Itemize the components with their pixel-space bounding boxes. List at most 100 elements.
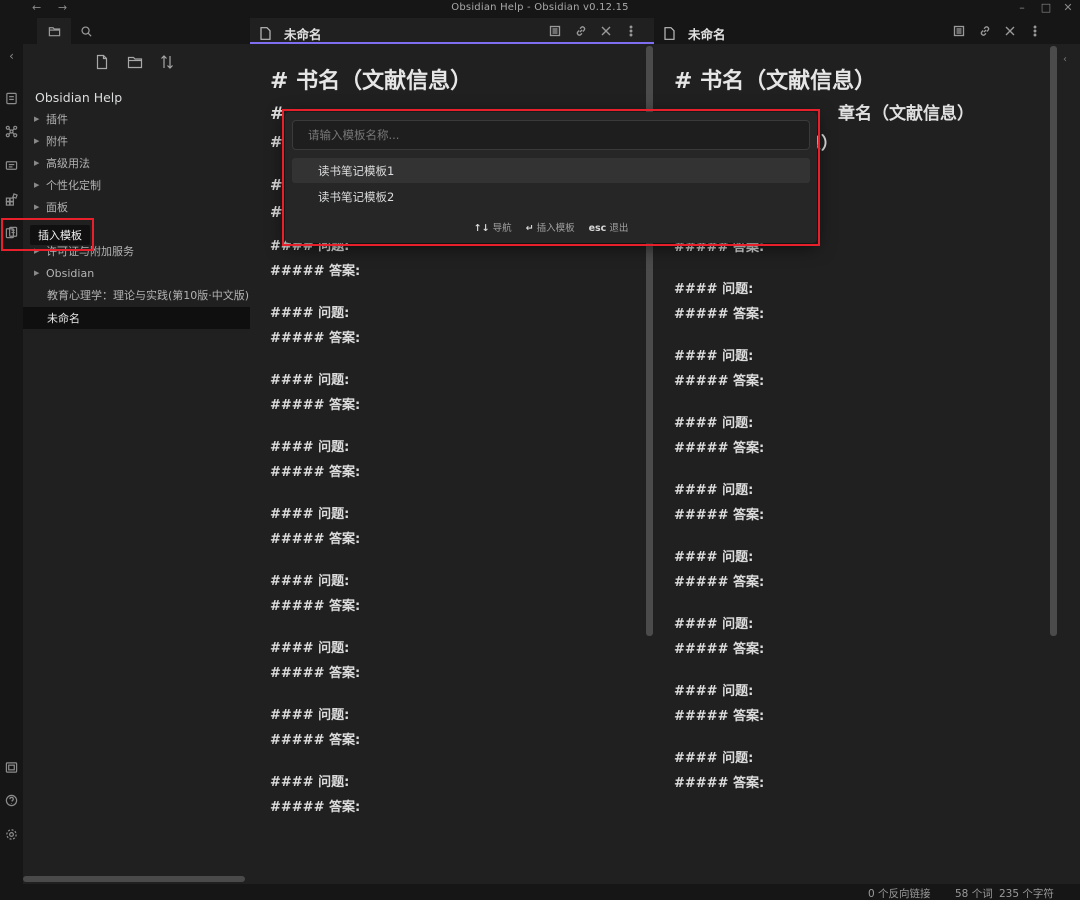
pane-header: 未命名 <box>250 18 654 44</box>
collapse-right-sidebar-icon[interactable]: ‹ <box>1063 54 1067 65</box>
template-search-input[interactable] <box>292 120 810 150</box>
question-line: #### 问题: <box>674 282 754 297</box>
close-pane-icon[interactable] <box>1001 22 1019 40</box>
answer-line: ##### 答案: <box>674 508 765 523</box>
maximize-button[interactable]: □ <box>1038 1 1054 14</box>
character-count: 235 个字符 <box>999 888 1054 900</box>
qa-block: #### 问题: ##### 答案: <box>270 636 636 686</box>
question-line: #### 问题: <box>674 483 754 498</box>
new-note-icon[interactable] <box>94 54 112 72</box>
search-tab[interactable] <box>69 18 103 44</box>
caret-right-icon: ▶ <box>34 159 40 167</box>
vault-icon[interactable] <box>0 757 23 777</box>
question-line: #### 问题: <box>270 373 350 388</box>
instruction-navigate: ↑↓ 导航 <box>473 223 512 234</box>
close-pane-icon[interactable] <box>597 22 615 40</box>
answer-line: ##### 答案: <box>674 776 765 791</box>
qa-block: #### 问题: ##### 答案: <box>674 277 1062 327</box>
graph-view-icon[interactable] <box>0 121 23 141</box>
status-bar: 0 个反向链接 58 个词 235 个字符 <box>0 884 1080 900</box>
caret-right-icon: ▶ <box>34 247 40 255</box>
instruction-insert: ↵ 插入模板 <box>525 223 575 234</box>
open-quick-switcher-icon[interactable] <box>0 88 23 108</box>
question-line: #### 问题: <box>270 708 350 723</box>
question-line: #### 问题: <box>674 416 754 431</box>
sort-icon[interactable] <box>159 54 177 72</box>
folder-icon <box>48 26 60 36</box>
collapse-sidebar-icon[interactable]: ‹ <box>0 46 23 66</box>
answer-line: ##### 答案: <box>270 599 361 614</box>
new-folder-icon[interactable] <box>127 54 145 72</box>
answer-line: ##### 答案: <box>674 709 765 724</box>
question-line: #### 问题: <box>270 507 350 522</box>
sidebar-scrollbar[interactable] <box>23 876 245 882</box>
question-line: #### 问题: <box>270 641 350 656</box>
qa-block: #### 问题: ##### 答案: <box>270 703 636 753</box>
caret-right-icon: ▶ <box>34 115 40 123</box>
link-icon[interactable] <box>976 22 994 40</box>
file-explorer: Obsidian Help ▶ 插件 ▶ 附件 ▶ 高级用法 ▶ 个性化定制 ▶ 面板 ▶… <box>23 18 250 884</box>
qa-block: #### 问题: ##### 答案: <box>270 770 636 820</box>
folder-item[interactable]: ▶ 高级用法 <box>23 152 250 174</box>
insert-template-tooltip: 插入模板 <box>30 225 90 245</box>
preview-icon[interactable] <box>950 22 968 40</box>
more-options-icon[interactable] <box>1026 22 1044 40</box>
qa-block: #### 问题: ##### 答案: <box>270 368 636 418</box>
qa-block: #### 问题: ##### 答案: <box>674 545 1062 595</box>
question-line: #### 问题: <box>270 775 350 790</box>
settings-icon[interactable] <box>0 824 23 844</box>
qa-block: #### 问题: ##### 答案: <box>674 411 1062 461</box>
answer-line: ##### 答案: <box>674 441 765 456</box>
preview-icon[interactable] <box>546 22 564 40</box>
plugins-icon[interactable] <box>0 189 23 209</box>
qa-block: #### 问题: ##### 答案: <box>674 679 1062 729</box>
suggestion-item-selected[interactable]: 读书笔记模板1 <box>292 158 810 183</box>
link-icon[interactable] <box>572 22 590 40</box>
answer-line: ##### 答案: <box>674 642 765 657</box>
folder-item[interactable]: ▶ 附件 <box>23 130 250 152</box>
heading-1: # 书名（文献信息） <box>674 69 877 94</box>
backlinks-count[interactable]: 0 个反向链接 <box>868 886 931 900</box>
caret-right-icon: ▶ <box>34 181 40 189</box>
question-line: #### 问题: <box>270 306 350 321</box>
answer-line: ##### 答案: <box>270 666 361 681</box>
help-icon[interactable] <box>0 790 23 810</box>
file-item-active[interactable]: 未命名 <box>23 307 250 329</box>
answer-line: ##### 答案: <box>270 465 361 480</box>
answer-line: ##### 答案: <box>674 307 765 322</box>
insert-template-icon[interactable] <box>0 222 23 242</box>
minimize-button[interactable]: – <box>1014 1 1030 14</box>
slides-icon[interactable] <box>0 155 23 175</box>
pane-title[interactable]: 未命名 <box>688 24 726 43</box>
question-line: #### 问题: <box>674 349 754 364</box>
instruction-escape: esc 退出 <box>588 223 629 234</box>
suggestion-item[interactable]: 读书笔记模板2 <box>292 184 810 209</box>
folder-item[interactable]: ▶ 插件 <box>23 108 250 130</box>
folder-item[interactable]: ▶ 面板 <box>23 196 250 218</box>
folder-item[interactable]: ▶ 个性化定制 <box>23 174 250 196</box>
answer-line: ##### 答案: <box>270 532 361 547</box>
vault-name[interactable]: Obsidian Help <box>35 90 122 105</box>
question-line: #### 问题: <box>674 684 754 699</box>
qa-block: #### 问题: ##### 答案: <box>674 612 1062 662</box>
close-window-button[interactable]: ✕ <box>1060 1 1076 14</box>
more-options-icon[interactable] <box>622 22 640 40</box>
modal-instructions: ↑↓ 导航 ↵ 插入模板 esc 退出 <box>285 220 817 236</box>
pane-title[interactable]: 未命名 <box>284 24 322 43</box>
qa-block: #### 问题: ##### 答案: <box>270 569 636 619</box>
title-bar: ← → Obsidian Help - Obsidian v0.12.15 – … <box>0 0 1080 18</box>
folder-item[interactable]: ▶ Obsidian <box>23 262 250 284</box>
answer-line: ##### 答案: <box>674 575 765 590</box>
pane-actions <box>546 22 646 40</box>
file-explorer-tab[interactable] <box>37 18 71 44</box>
answer-line: ##### 答案: <box>270 331 361 346</box>
editor-scrollbar[interactable] <box>1050 46 1057 636</box>
caret-right-icon: ▶ <box>34 203 40 211</box>
heading-2-fragment: 章名（文献信息） <box>838 104 974 124</box>
file-item[interactable]: 教育心理学：理论与实践(第10版·中文版) <box>23 284 250 306</box>
qa-block: #### 问题: ##### 答案: <box>674 746 1062 796</box>
caret-right-icon: ▶ <box>34 137 40 145</box>
answer-line: ##### 答案: <box>270 733 361 748</box>
question-line: #### 问题: <box>674 617 754 632</box>
question-line: #### 问题: <box>674 751 754 766</box>
